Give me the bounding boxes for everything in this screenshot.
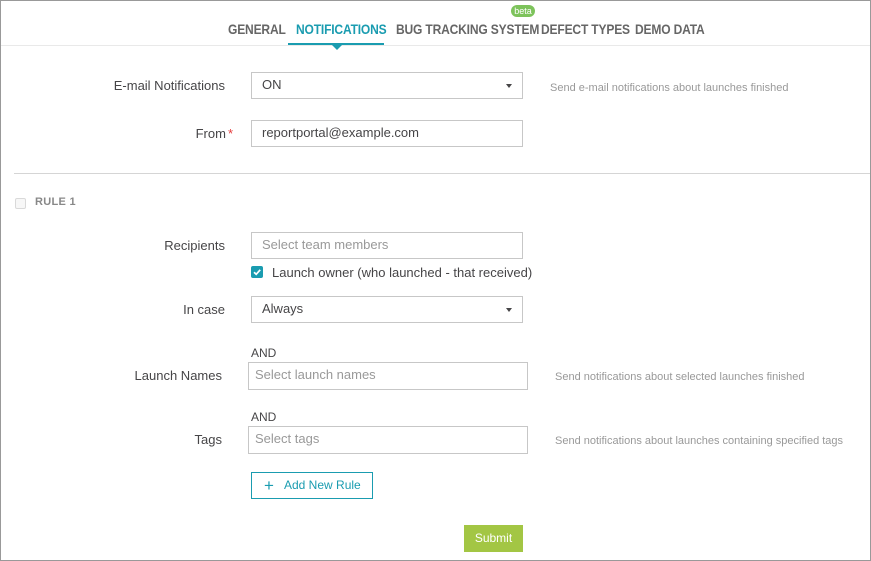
project-settings-panel: GENERAL NOTIFICATIONS BUG TRACKING SYSTE…	[0, 0, 871, 561]
launch-owner-checkbox[interactable]	[251, 266, 263, 278]
tags-label: Tags	[194, 432, 222, 447]
launch-names-and-label: AND	[251, 346, 277, 360]
email-notifications-hint: Send e-mail notifications about launches…	[550, 82, 789, 94]
launch-owner-label: Launch owner (who launched - that receiv…	[272, 265, 533, 280]
email-notifications-label: E-mail Notifications	[113, 78, 225, 93]
from-label: From *	[121, 126, 233, 141]
in-case-select[interactable]: Always	[251, 296, 523, 323]
required-mark: *	[227, 126, 233, 141]
email-notifications-value: ON	[262, 77, 282, 92]
launch-names-placeholder: Select launch names	[255, 367, 376, 382]
chevron-down-icon	[506, 308, 512, 312]
plus-icon: +	[264, 476, 274, 495]
tags-input[interactable]: Select tags	[248, 426, 528, 454]
settings-tabs: GENERAL NOTIFICATIONS BUG TRACKING SYSTE…	[1, 1, 870, 50]
add-new-rule-button[interactable]: + Add New Rule	[251, 472, 373, 499]
active-tab-caret-icon	[332, 45, 342, 50]
tags-hint: Send notifications about launches contai…	[555, 435, 844, 447]
check-icon	[253, 269, 261, 276]
from-email-field[interactable]: reportportal@example.com	[251, 120, 523, 147]
tab-bug-tracking-system[interactable]: BUG TRACKING SYSTEM	[396, 19, 539, 45]
in-case-value: Always	[262, 301, 304, 316]
tab-demo-data[interactable]: DEMO DATA	[635, 19, 705, 45]
recipients-label: Recipients	[164, 238, 225, 253]
recipients-placeholder: Select team members	[262, 237, 389, 252]
beta-badge: beta	[511, 5, 535, 17]
launch-names-hint: Send notifications about selected launch…	[555, 371, 805, 383]
chevron-down-icon	[506, 84, 512, 88]
rule-title: RULE 1	[35, 196, 76, 208]
from-email-value: reportportal@example.com	[262, 125, 419, 140]
recipients-input[interactable]: Select team members	[251, 232, 523, 259]
tab-general[interactable]: GENERAL	[228, 19, 286, 45]
tags-placeholder: Select tags	[255, 431, 320, 446]
submit-button[interactable]: Submit	[464, 525, 523, 552]
from-label-text: From	[195, 126, 226, 141]
tags-and-label: AND	[251, 410, 277, 424]
rule-checkbox[interactable]	[15, 198, 26, 209]
tab-notifications[interactable]: NOTIFICATIONS	[296, 19, 387, 45]
tab-defect-types[interactable]: DEFECT TYPES	[541, 19, 630, 45]
email-notifications-select[interactable]: ON	[251, 72, 523, 99]
launch-names-label: Launch Names	[134, 368, 222, 383]
in-case-label: In case	[183, 302, 225, 317]
launch-names-input[interactable]: Select launch names	[248, 362, 528, 390]
add-new-rule-label: Add New Rule	[284, 478, 361, 492]
section-divider	[14, 173, 870, 174]
